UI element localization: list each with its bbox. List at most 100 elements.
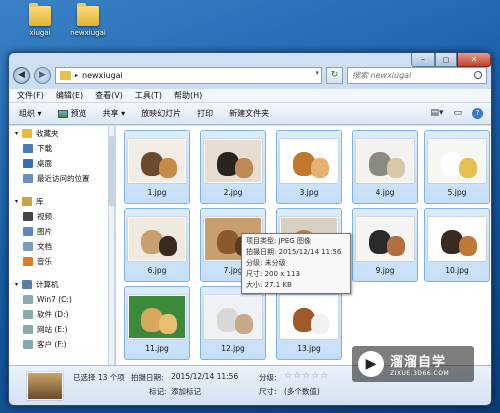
- organize-label: 组织 ▾: [19, 109, 42, 118]
- selected-count: 已选择 13 个项: [73, 373, 125, 382]
- slideshow-label: 放映幻灯片: [141, 109, 182, 118]
- file-thumbnail: [280, 139, 338, 183]
- watermark-title: 溜溜自学: [390, 355, 447, 370]
- file-thumbnail: [128, 139, 186, 183]
- file-tile[interactable]: 11.jpg: [124, 286, 190, 360]
- sidebar-item[interactable]: 视频: [9, 209, 108, 224]
- sidebar-item[interactable]: 网站 (E:): [9, 322, 108, 337]
- sidebar-item-icon: [23, 242, 33, 251]
- tooltip-rating: 分级: 未分级: [246, 259, 286, 267]
- file-tile[interactable]: 5.jpg: [424, 130, 490, 204]
- file-name: 10.jpg: [445, 266, 469, 275]
- file-tile[interactable]: 4.jpg: [352, 130, 418, 204]
- help-icon[interactable]: ?: [472, 108, 483, 119]
- forward-button[interactable]: ▶: [34, 66, 51, 84]
- menu-view[interactable]: 查看(V): [95, 90, 123, 101]
- menu-file[interactable]: 文件(F): [17, 90, 44, 101]
- search-placeholder: 搜索 newxiugai: [352, 70, 412, 80]
- back-button[interactable]: ◀: [13, 66, 30, 84]
- tag-label: 标记:: [149, 387, 167, 396]
- date-label: 拍摄日期:: [131, 373, 164, 382]
- sidebar-item-icon: [23, 295, 33, 304]
- sidebar-item[interactable]: 下载: [9, 141, 108, 156]
- file-tile[interactable]: 13.jpg: [276, 286, 342, 360]
- file-name: 1.jpg: [147, 188, 167, 197]
- sidebar-item-icon: [22, 197, 33, 206]
- menu-help[interactable]: 帮助(H): [174, 90, 202, 101]
- sidebar-item[interactable]: 音乐: [9, 254, 108, 269]
- sidebar-item-label: 计算机: [36, 280, 59, 289]
- rating-label: 分级:: [259, 373, 277, 382]
- file-name: 5.jpg: [447, 188, 467, 197]
- sidebar-item[interactable]: Win7 (C:): [9, 292, 108, 307]
- expand-arrow-icon[interactable]: ▾: [15, 281, 18, 288]
- file-name: 13.jpg: [297, 344, 321, 353]
- sidebar-item[interactable]: 软件 (D:): [9, 307, 108, 322]
- file-tile[interactable]: 6.jpg: [124, 208, 190, 282]
- preview-pane-icon[interactable]: ▭: [453, 108, 462, 119]
- sidebar-item[interactable]: 桌面: [9, 156, 108, 171]
- view-options-icon[interactable]: ▤▾: [430, 108, 443, 119]
- file-name: 3.jpg: [299, 188, 319, 197]
- sidebar-item[interactable]: ▾ 计算机: [9, 277, 108, 292]
- navigation-scrollbar[interactable]: [109, 126, 115, 366]
- sidebar-item[interactable]: 客户 (F:): [9, 337, 108, 352]
- search-input[interactable]: 搜索 newxiugai: [347, 66, 487, 84]
- thumbnail-subject: [159, 236, 177, 256]
- refresh-icon: ↻: [330, 70, 339, 80]
- file-tile[interactable]: 9.jpg: [352, 208, 418, 282]
- share-button[interactable]: 共享 ▾: [103, 108, 126, 119]
- thumbnail-subject: [387, 158, 405, 178]
- slideshow-button[interactable]: 放映幻灯片: [141, 108, 181, 119]
- sidebar-item-icon: [23, 325, 33, 334]
- sidebar-item[interactable]: 图片: [9, 224, 108, 239]
- file-tile[interactable]: 12.jpg: [200, 286, 266, 360]
- menu-tools[interactable]: 工具(T): [135, 90, 162, 101]
- sidebar-item[interactable]: ▾ 收藏夹: [9, 126, 108, 141]
- expand-arrow-icon[interactable]: ▾: [15, 198, 18, 205]
- menu-edit[interactable]: 编辑(E): [56, 90, 83, 101]
- organize-button[interactable]: 组织 ▾: [19, 108, 42, 119]
- thumbnail-subject: [235, 158, 253, 178]
- address-bar[interactable]: ▸ newxiugai ▾: [55, 66, 322, 84]
- sidebar-item-label: 文档: [37, 242, 52, 251]
- toolbar-right-icons: ▤▾ ▭ ?: [430, 108, 483, 119]
- tag-value[interactable]: 添加标记: [171, 386, 201, 397]
- folder-icon: [29, 3, 51, 26]
- sidebar-item-label: 软件 (D:): [37, 310, 69, 319]
- thumbnail-subject: [235, 314, 253, 334]
- sidebar-item[interactable]: 最近访问的位置: [9, 171, 108, 186]
- file-name: 6.jpg: [147, 266, 167, 275]
- preview-label: 预览: [70, 109, 87, 118]
- file-tile[interactable]: 2.jpg: [200, 130, 266, 204]
- tooltip-dimensions: 尺寸: 200 x 113: [246, 270, 300, 278]
- file-tile[interactable]: 10.jpg: [424, 208, 490, 282]
- refresh-button[interactable]: ↻: [326, 66, 343, 84]
- watermark-url: ZIXUE.3D66.COM: [390, 370, 450, 377]
- sidebar-item[interactable]: ▾ 库: [9, 194, 108, 209]
- chevron-down-icon[interactable]: ▾: [315, 69, 319, 77]
- new-folder-button[interactable]: 新建文件夹: [229, 108, 269, 119]
- file-tile[interactable]: 1.jpg: [124, 130, 190, 204]
- file-tile[interactable]: 3.jpg: [276, 130, 342, 204]
- sidebar-item-icon: [23, 257, 33, 266]
- preview-button[interactable]: 预览: [57, 108, 87, 119]
- sidebar-item-label: 库: [36, 197, 44, 206]
- size-value: (多个数值): [284, 387, 320, 396]
- thumbnail-subject: [311, 158, 329, 178]
- sidebar-item-label: 视频: [37, 212, 52, 221]
- rating-stars-icon[interactable]: ☆☆☆☆☆: [284, 371, 329, 381]
- sidebar-item-label: 图片: [37, 227, 52, 236]
- sidebar-item[interactable]: 文档: [9, 239, 108, 254]
- thumbnail-subject: [159, 314, 177, 334]
- desktop-icon-newxiugai[interactable]: newxiugai: [63, 3, 113, 37]
- file-thumbnail: [204, 139, 262, 183]
- folder-icon: [77, 3, 99, 26]
- file-thumbnail: [428, 139, 486, 183]
- desktop-icon-xiugai[interactable]: xiugai: [15, 3, 65, 37]
- file-name: 12.jpg: [221, 344, 245, 353]
- print-button[interactable]: 打印: [197, 108, 213, 119]
- expand-arrow-icon[interactable]: ▾: [15, 130, 18, 137]
- scrollbar-thumb[interactable]: [109, 136, 115, 206]
- sidebar-item-label: 客户 (F:): [37, 340, 67, 349]
